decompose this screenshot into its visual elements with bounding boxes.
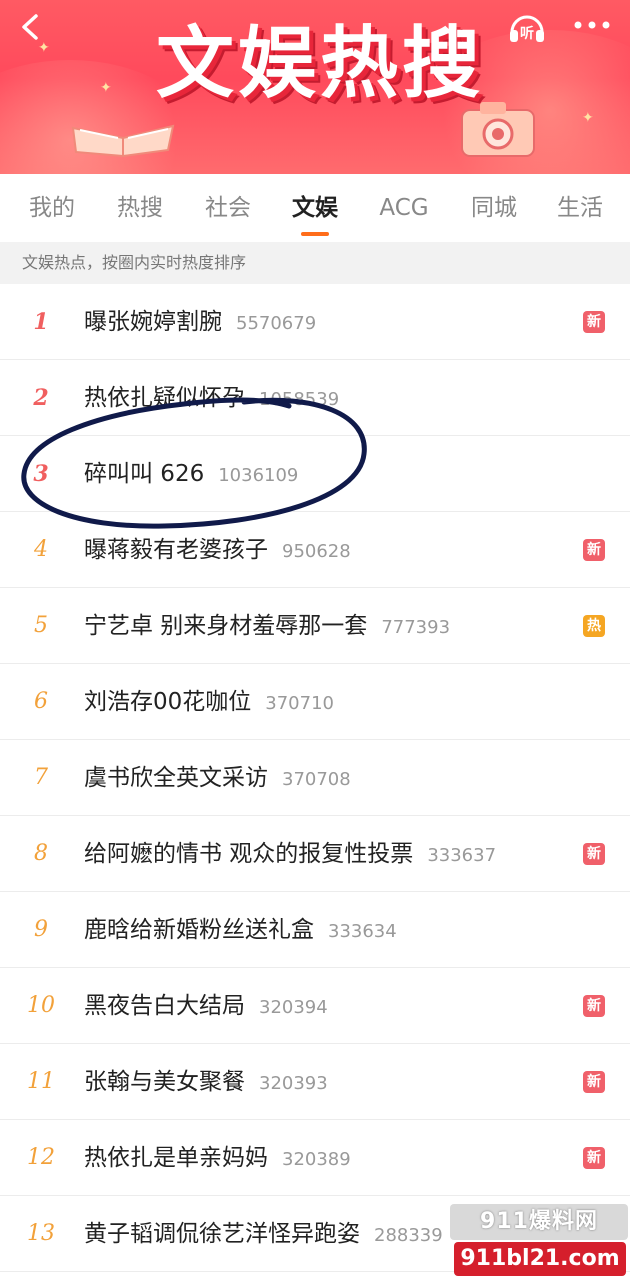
- rank-number: 3: [33, 461, 49, 487]
- new-badge: 新: [583, 311, 605, 333]
- active-tab-indicator: [301, 232, 329, 236]
- sparkle-icon: ✦: [38, 40, 50, 56]
- list-item[interactable]: 12 热依扎是单亲妈妈 320389 新: [0, 1120, 630, 1196]
- topic-title: 黄子韬调侃徐艺洋怪异跑姿 288339: [84, 1216, 443, 1252]
- category-tabs: 我的 热搜 社会 文娱 ACG 同城 生活: [0, 174, 630, 242]
- list-item[interactable]: 6 刘浩存00花咖位 370710: [0, 664, 630, 740]
- site-watermark: 911爆料网 911bl21.com: [450, 1204, 628, 1278]
- tab-society[interactable]: 社会: [198, 190, 258, 226]
- list-item[interactable]: 3 碎叫叫 626 1036109: [0, 436, 630, 512]
- topic-title: 黑夜告白大结局 320394: [84, 988, 328, 1024]
- rank-number: 6: [34, 689, 48, 714]
- headphone-icon: 听: [510, 15, 544, 42]
- tab-acg[interactable]: ACG: [372, 190, 436, 226]
- book-icon: [71, 124, 175, 158]
- list-item[interactable]: 11 张翰与美女聚餐 320393 新: [0, 1044, 630, 1120]
- watermark-logo: 911爆料网: [450, 1204, 628, 1240]
- rank-number: 9: [34, 917, 48, 942]
- heat-count: 320393: [259, 1073, 328, 1094]
- topic-title: 热依扎疑似怀孕 1058539: [84, 380, 339, 416]
- more-dots-icon: [574, 21, 610, 29]
- list-item[interactable]: 7 虞书欣全英文采访 370708: [0, 740, 630, 816]
- topic-text: 鹿晗给新婚粉丝送礼盒: [84, 917, 314, 943]
- heat-count: 333637: [427, 845, 497, 866]
- tab-hot-search[interactable]: 热搜: [110, 190, 170, 226]
- topic-text: 曝张婉婷割腕: [84, 309, 222, 335]
- new-badge: 新: [583, 843, 605, 865]
- topic-text: 热依扎是单亲妈妈: [84, 1145, 268, 1171]
- topic-title: 热依扎是单亲妈妈 320389: [84, 1140, 351, 1176]
- list-item[interactable]: 4 曝蒋毅有老婆孩子 950628 新: [0, 512, 630, 588]
- topic-text: 宁艺卓 别来身材羞辱那一套: [84, 613, 368, 639]
- new-badge: 新: [583, 539, 605, 561]
- rank-number: 11: [27, 1069, 55, 1094]
- camera-icon: [461, 102, 535, 157]
- topic-text: 刘浩存00花咖位: [84, 689, 252, 715]
- topic-title: 张翰与美女聚餐 320393: [84, 1064, 328, 1100]
- heat-count: 950628: [282, 541, 351, 562]
- rank-number: 10: [27, 993, 55, 1018]
- topic-title: 虞书欣全英文采访 370708: [84, 760, 351, 796]
- topic-title: 宁艺卓 别来身材羞辱那一套 777393: [84, 608, 450, 644]
- heat-count: 320389: [282, 1149, 351, 1170]
- rank-number: 1: [33, 309, 49, 335]
- topic-text: 虞书欣全英文采访: [84, 765, 268, 791]
- heat-count: 5570679: [236, 313, 317, 334]
- back-button[interactable]: [14, 10, 48, 44]
- topic-title: 曝张婉婷割腕 5570679: [84, 304, 316, 340]
- list-item[interactable]: 2 热依扎疑似怀孕 1058539: [0, 360, 630, 436]
- heat-count: 370708: [282, 769, 351, 790]
- topic-title: 给阿嬷的情书 观众的报复性投票 333637: [84, 836, 496, 872]
- more-button[interactable]: [566, 10, 618, 40]
- new-badge: 新: [583, 1071, 605, 1093]
- topic-title: 碎叫叫 626 1036109: [84, 456, 298, 492]
- list-item[interactable]: 9 鹿晗给新婚粉丝送礼盒 333634: [0, 892, 630, 968]
- heat-count: 1058539: [259, 389, 340, 410]
- new-badge: 新: [583, 995, 605, 1017]
- list-item[interactable]: 1 曝张婉婷割腕 5570679 新: [0, 284, 630, 360]
- heat-count: 777393: [381, 617, 451, 638]
- topic-title: 曝蒋毅有老婆孩子 950628: [84, 532, 351, 568]
- rank-number: 4: [34, 537, 48, 562]
- new-badge: 新: [583, 1147, 605, 1169]
- topic-text: 黑夜告白大结局: [84, 993, 245, 1019]
- listen-button[interactable]: 听: [506, 6, 548, 48]
- section-hint: 文娱热点，按圈内实时热度排序: [0, 242, 630, 284]
- topic-title: 刘浩存00花咖位 370710: [84, 684, 334, 720]
- heat-count: 320394: [259, 997, 328, 1018]
- rank-number: 7: [34, 765, 48, 790]
- topic-text: 曝蒋毅有老婆孩子: [84, 537, 268, 563]
- list-item[interactable]: 5 宁艺卓 别来身材羞辱那一套 777393 热: [0, 588, 630, 664]
- heat-count: 1036109: [218, 465, 299, 486]
- rank-number: 13: [27, 1221, 55, 1246]
- sparkle-icon: ✦: [582, 110, 594, 126]
- topic-title: 鹿晗给新婚粉丝送礼盒 333634: [84, 912, 397, 948]
- heat-count: 370710: [265, 693, 334, 714]
- topic-text: 给阿嬷的情书 观众的报复性投票: [84, 841, 414, 867]
- topic-text: 碎叫叫 626: [84, 461, 205, 487]
- topic-text: 张翰与美女聚餐: [84, 1069, 245, 1095]
- topic-text: 黄子韬调侃徐艺洋怪异跑姿: [84, 1221, 360, 1247]
- tab-entertainment[interactable]: 文娱: [285, 190, 345, 226]
- list-item[interactable]: 8 给阿嬷的情书 观众的报复性投票 333637 新: [0, 816, 630, 892]
- heat-count: 288339: [374, 1225, 443, 1246]
- sparkle-icon: ✦: [100, 80, 112, 96]
- rank-number: 5: [34, 613, 48, 638]
- topic-text: 热依扎疑似怀孕: [84, 385, 245, 411]
- list-item[interactable]: 10 黑夜告白大结局 320394 新: [0, 968, 630, 1044]
- back-chevron-icon: [22, 14, 38, 40]
- tab-mine[interactable]: 我的: [22, 190, 82, 226]
- svg-text:听: 听: [520, 25, 534, 42]
- tab-life[interactable]: 生活: [550, 190, 610, 226]
- heat-count: 333634: [328, 921, 397, 942]
- hot-badge: 热: [583, 615, 605, 637]
- rank-number: 8: [34, 841, 48, 866]
- watermark-url: 911bl21.com: [454, 1242, 626, 1276]
- rank-number: 12: [27, 1145, 55, 1170]
- tab-local[interactable]: 同城: [464, 190, 524, 226]
- header-banner: 文娱热搜 ✦ ✦ ✦ 听: [0, 0, 630, 174]
- rank-number: 2: [33, 385, 49, 411]
